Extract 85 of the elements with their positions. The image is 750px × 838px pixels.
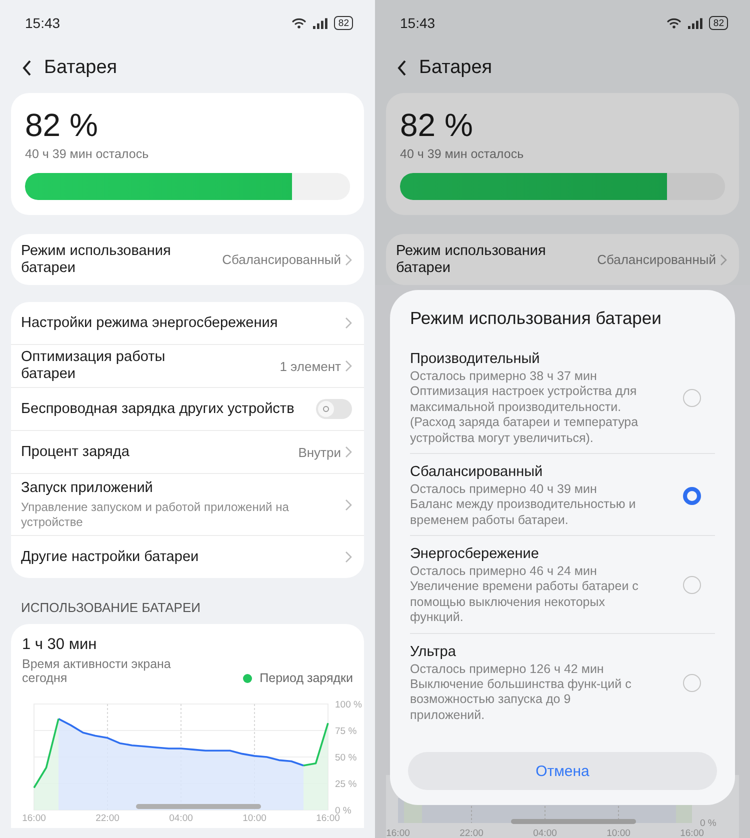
option-remaining: Осталось примерно 126 ч 42 мин xyxy=(410,660,605,676)
page-title: Батарея xyxy=(419,57,492,79)
status-time: 15:43 xyxy=(25,15,60,31)
option-remaining: Осталось примерно 38 ч 37 мин xyxy=(410,368,598,384)
axis-label: 10:00 xyxy=(242,813,266,823)
radio-button[interactable] xyxy=(683,389,701,407)
option-name: Сбалансированный xyxy=(410,463,544,481)
battery-remaining: 40 ч 39 мин осталось xyxy=(25,146,150,162)
setting-subtitle: Управление запуском и работой приложений на устройстве xyxy=(21,500,290,530)
radio-button[interactable] xyxy=(683,576,701,594)
battery-icon: 82 xyxy=(709,16,728,30)
setting-title: Оптимизация работы батареи xyxy=(21,349,166,383)
axis-label: 16:00 xyxy=(316,813,340,823)
setting-title: Беспроводная зарядка других устройств xyxy=(21,400,294,418)
signal-icon xyxy=(313,18,328,28)
toggle-switch[interactable] xyxy=(316,399,352,419)
option-name: Энергосбережение xyxy=(410,545,540,563)
axis-label: 0 % xyxy=(700,818,716,829)
option-name: Ультра xyxy=(410,642,457,660)
back-icon[interactable] xyxy=(397,60,407,76)
setting-title: Процент заряда xyxy=(21,444,130,460)
mode-option[interactable]: Ультра Осталось примерно 126 ч 42 мин Выключение большинства функ-ций с возможностью запуска до 9 приложений. xyxy=(410,632,715,730)
legend-label: Период зарядки xyxy=(260,671,353,685)
setting-row[interactable]: Беспроводная зарядка других устройств xyxy=(11,387,364,430)
mode-row-value: Сбалансированный xyxy=(222,252,341,267)
page-title: Батарея xyxy=(44,57,118,79)
radio-button[interactable] xyxy=(683,486,701,504)
chevron-right-icon xyxy=(345,498,352,510)
setting-title: Другие настройки батареи xyxy=(21,548,199,566)
setting-value: 1 элемент xyxy=(280,358,341,374)
axis-label: 50 % xyxy=(335,752,357,764)
axis-label: 16:00 xyxy=(22,813,46,823)
mode-row-value: Сбалансированный xyxy=(597,252,716,267)
mode-option[interactable]: Производительный Осталось примерно 38 ч 37 мин Оптимизация настроек устройства для максимальной производительности. (Расход заряда батареи и температура устройства могут увеличиться). xyxy=(410,341,715,453)
signal-icon xyxy=(688,18,704,28)
chevron-right-icon xyxy=(720,254,727,266)
option-description: Оптимизация настроек устройства для максимальной производительности. (Расход заряда батареи и температура устройства могут увеличиться). xyxy=(410,384,640,446)
option-remaining: Осталось примерно 46 ч 24 мин xyxy=(410,563,598,579)
axis-label: 16:00 xyxy=(680,828,704,838)
setting-value: Внутри xyxy=(298,444,341,460)
setting-title: Запуск приложений xyxy=(21,480,154,496)
section-heading: ИСПОЛЬЗОВАНИЕ БАТАРЕИ xyxy=(21,600,202,616)
chevron-right-icon xyxy=(345,446,352,458)
axis-label: 22:00 xyxy=(96,813,120,823)
mode-option[interactable]: Сбалансированный Осталось примерно 40 ч 39 мин Баланс между производительностью и временем работы батареи. xyxy=(410,453,715,535)
mode-option[interactable]: Энергосбережение Осталось примерно 46 ч 24 мин Увеличение времени работы батареи с помощью выключения некоторых функций. xyxy=(410,535,715,632)
radio-button[interactable] xyxy=(683,674,701,692)
screen-time-label: Время активности экрана сегодня xyxy=(22,658,172,685)
wifi-icon xyxy=(666,17,682,29)
chevron-right-icon xyxy=(345,254,352,266)
setting-row[interactable]: Другие настройки батареи xyxy=(11,535,364,578)
chevron-right-icon xyxy=(345,317,352,329)
back-icon[interactable] xyxy=(22,60,32,76)
battery-percent: 82 % xyxy=(400,107,474,143)
mode-row-title: Режим использования батареи xyxy=(396,242,547,276)
battery-icon: 82 xyxy=(334,16,353,30)
mode-row[interactable]: Режим использования батареи Сбалансированный xyxy=(11,234,364,285)
setting-row[interactable]: Процент заряда Внутри xyxy=(11,430,364,473)
option-description: Выключение большинства функ-ций с возможностью запуска до 9 приложений. xyxy=(410,676,632,723)
axis-label: 22:00 xyxy=(460,828,484,838)
option-remaining: Осталось примерно 40 ч 39 мин xyxy=(410,481,598,497)
mode-row-title: Режим использования батареи xyxy=(21,242,172,276)
chevron-right-icon xyxy=(345,551,352,563)
battery-percent: 82 % xyxy=(25,107,99,143)
axis-label: 04:00 xyxy=(533,828,557,838)
axis-label: 75 % xyxy=(335,726,357,737)
option-description: Баланс между производительностью и временем работы батареи. xyxy=(410,497,637,528)
setting-row[interactable]: Запуск приложений Управление запуском и работой приложений на устройстве xyxy=(11,473,364,535)
chevron-right-icon xyxy=(345,360,352,372)
setting-row[interactable]: Оптимизация работы батареи 1 элемент xyxy=(11,344,364,387)
option-name: Производительный xyxy=(410,350,541,368)
option-description: Увеличение времени работы батареи с помощью выключения некоторых функций. xyxy=(410,579,640,626)
setting-title: Настройки режима энергосбережения xyxy=(21,314,278,332)
battery-remaining: 40 ч 39 мин осталось xyxy=(400,146,525,162)
setting-row[interactable]: Настройки режима энергосбережения xyxy=(11,302,364,344)
mode-row[interactable]: Режим использования батареи Сбалансированный xyxy=(386,234,739,285)
dialog-title: Режим использования батареи xyxy=(409,307,662,329)
axis-label: 10:00 xyxy=(606,828,630,838)
status-time: 15:43 xyxy=(400,15,436,31)
screen-time: 1 ч 30 мин xyxy=(22,635,98,655)
axis-label: 25 % xyxy=(335,779,357,790)
axis-label: 16:00 xyxy=(386,828,410,838)
axis-label: 04:00 xyxy=(169,813,193,823)
wifi-icon xyxy=(291,17,308,29)
axis-label: 100 % xyxy=(335,700,362,710)
